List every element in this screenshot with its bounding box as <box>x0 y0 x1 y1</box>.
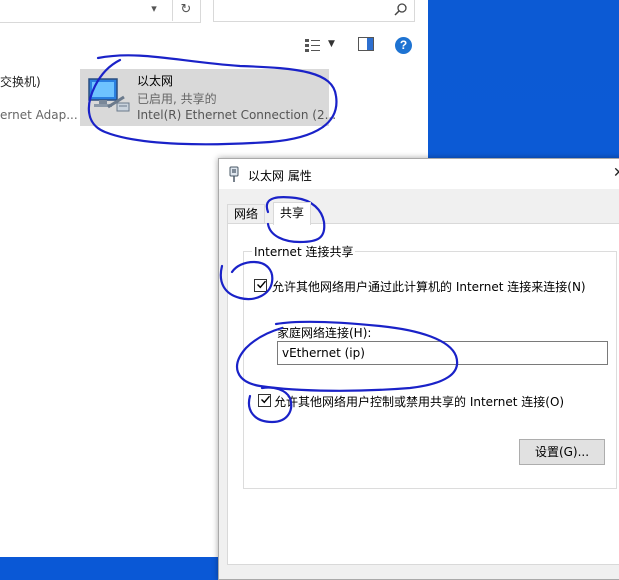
tab-strip: 网络 共享 <box>227 202 619 225</box>
adapter-device-partial[interactable]: ernet Adap... <box>0 108 78 122</box>
preview-pane-icon[interactable] <box>358 37 374 51</box>
home-network-label: 家庭网络连接(H): <box>277 326 372 340</box>
checkmark-icon <box>261 395 271 404</box>
home-network-select[interactable]: vEthernet (ip) <box>277 341 608 365</box>
refresh-icon[interactable]: ↻ <box>172 0 199 21</box>
tab-sharing[interactable]: 共享 <box>273 202 312 225</box>
help-icon[interactable]: ? <box>395 37 412 54</box>
checkmark-icon <box>257 280 267 289</box>
adapter-label-partial[interactable]: 交换机) <box>0 73 41 90</box>
settings-button[interactable]: 设置(G)... <box>519 439 605 465</box>
properties-dialog: 以太网 属性 ✕ 网络 共享 Internet 连接共享 允许其他网络用户通过此… <box>218 158 619 580</box>
view-options-icon[interactable] <box>304 37 322 53</box>
search-icon <box>394 3 407 16</box>
dialog-title: 以太网 属性 <box>248 169 312 183</box>
address-bar[interactable]: ▾ ↻ <box>0 0 201 23</box>
allow-sharing-checkbox[interactable] <box>254 279 267 292</box>
allow-sharing-label[interactable]: 允许其他网络用户通过此计算机的 Internet 连接来连接(N) <box>272 278 586 295</box>
search-input[interactable] <box>213 0 415 22</box>
tab-network[interactable]: 网络 <box>227 204 266 224</box>
close-icon[interactable]: ✕ <box>613 165 619 181</box>
ethernet-adapter-item[interactable]: 以太网 已启用, 共享的 Intel(R) Ethernet Connectio… <box>80 69 336 126</box>
network-cable-icon <box>229 166 239 182</box>
chevron-down-icon[interactable]: ▾ <box>146 2 162 18</box>
adapter-device: Intel(R) Ethernet Connection (2... <box>137 108 337 122</box>
view-toolbar: ▼ ? <box>300 34 420 56</box>
sharing-panel: Internet 连接共享 允许其他网络用户通过此计算机的 Internet 连… <box>227 223 619 565</box>
allow-control-label[interactable]: 允许其他网络用户控制或禁用共享的 Internet 连接(O) <box>274 393 564 410</box>
adapter-status: 已启用, 共享的 <box>137 92 217 106</box>
view-dropdown-icon[interactable]: ▼ <box>328 39 338 49</box>
ics-group: Internet 连接共享 允许其他网络用户通过此计算机的 Internet 连… <box>243 243 617 489</box>
dialog-titlebar[interactable]: 以太网 属性 ✕ <box>219 159 619 189</box>
ics-group-title: Internet 连接共享 <box>252 243 356 260</box>
adapter-name: 以太网 <box>137 74 174 88</box>
network-adapter-icon <box>88 78 130 112</box>
allow-control-checkbox[interactable] <box>258 394 271 407</box>
